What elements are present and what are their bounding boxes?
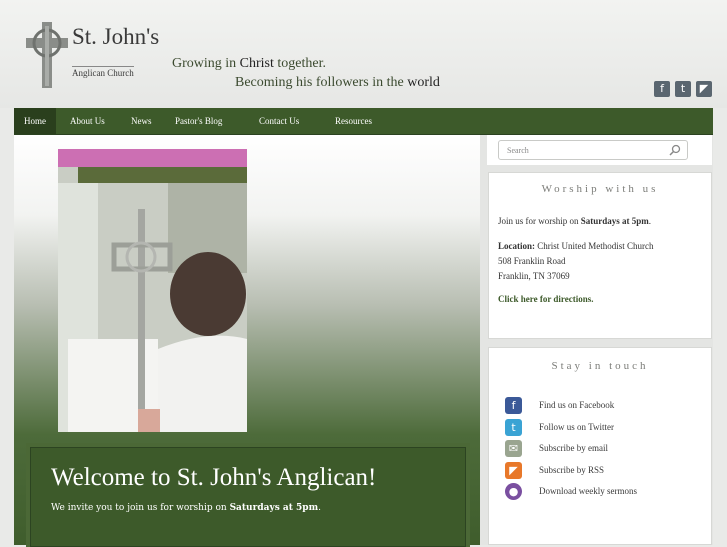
twitter-icon[interactable]: t [675, 81, 691, 97]
worship-intro: Join us for worship on Saturdays at 5pm. [498, 216, 652, 226]
rss-icon[interactable]: ◤ [696, 81, 712, 97]
tagline-line2: Becoming his followers in the world [235, 75, 440, 90]
welcome-text: We invite you to join us for worship on … [51, 503, 321, 513]
main-nav: Home About Us News Pastor's Blog Contact… [14, 108, 713, 135]
facebook-icon[interactable]: f [654, 81, 670, 97]
email-icon: ✉ [505, 440, 522, 457]
touch-label: Find us on Facebook [539, 400, 615, 410]
worship-address2: Franklin, TN 37069 [498, 271, 570, 281]
podcast-icon: ● [505, 483, 522, 500]
search-input[interactable]: Search [498, 140, 688, 160]
logo-name: St. John's [72, 24, 160, 49]
welcome-box: Welcome to St. John's Anglican! We invit… [26, 443, 470, 547]
worship-box: Worship with us Join us for worship on S… [488, 172, 712, 339]
stay-in-touch-title: Stay in touch [551, 360, 649, 372]
touch-label: Download weekly sermons [539, 486, 637, 496]
touch-label: Subscribe by RSS [539, 465, 605, 475]
stay-in-touch-box: Stay in touch f Find us on Facebook t Fo… [488, 347, 712, 545]
nav-home[interactable]: Home [14, 108, 56, 134]
directions-link[interactable]: Click here for directions. [498, 293, 594, 305]
search-icon[interactable] [669, 144, 681, 156]
worship-location: Location: Christ United Methodist Church [498, 241, 654, 251]
touch-label: Subscribe by email [539, 443, 608, 453]
facebook-icon: f [505, 397, 522, 414]
search-placeholder: Search [507, 146, 529, 155]
nav-about-us[interactable]: About Us [70, 108, 105, 134]
nav-news[interactable]: News [131, 108, 152, 134]
welcome-title: Welcome to St. John's Anglican! [51, 464, 377, 491]
worship-address1: 508 Franklin Road [498, 256, 566, 266]
twitter-icon: t [505, 419, 522, 436]
celtic-cross-icon [26, 22, 68, 88]
acolyte-photo [58, 149, 247, 432]
tagline-line1: Growing in Christ together. [172, 56, 327, 71]
worship-title: Worship with us [541, 183, 659, 195]
nav-pastors-blog[interactable]: Pastor's Blog [175, 108, 222, 134]
rss-icon: ◤ [505, 462, 522, 479]
nav-contact-us[interactable]: Contact Us [259, 108, 299, 134]
site-logo[interactable]: St. John's Anglican Church [26, 22, 159, 92]
touch-label: Follow us on Twitter [539, 422, 614, 432]
nav-resources[interactable]: Resources [335, 108, 372, 134]
logo-subtitle: Anglican Church [72, 66, 134, 78]
